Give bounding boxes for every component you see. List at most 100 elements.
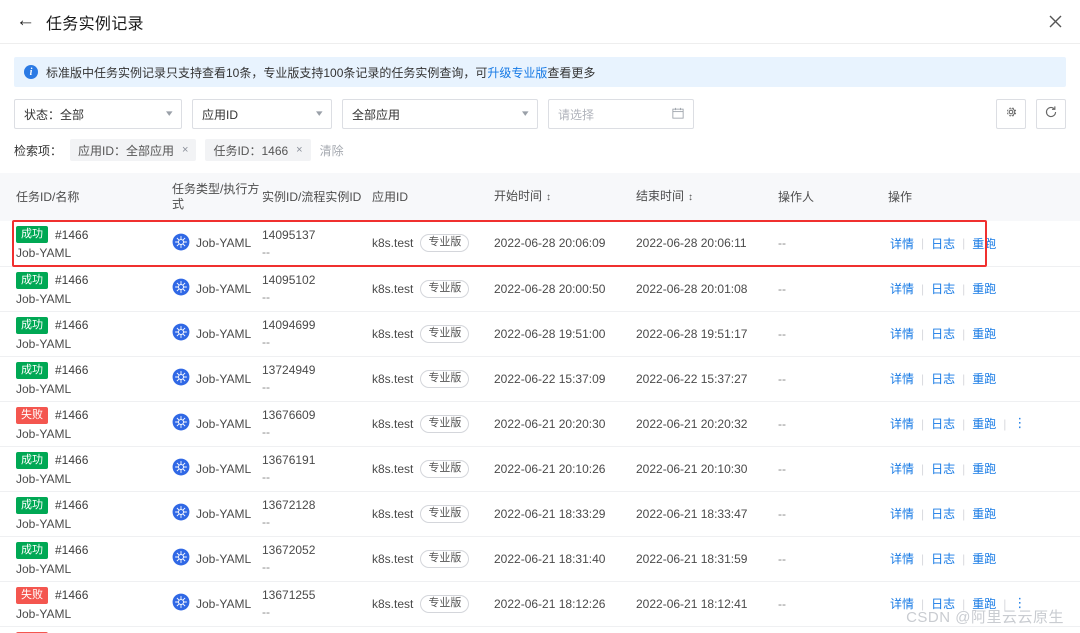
table-row[interactable]: 成功 #1466 Job-YAML Job-YAML 14094699 -- k8s.tes…	[0, 311, 1080, 357]
search-tag-app-id[interactable]: 应用ID：全部应用 ×	[70, 139, 197, 161]
close-icon[interactable]	[1044, 11, 1066, 33]
sort-arrows-icon[interactable]: ↕	[546, 190, 551, 205]
more-vertical-icon[interactable]: ⋮	[1013, 416, 1026, 429]
instance-id-text: 13676191	[262, 453, 316, 467]
chevron-down-icon: ▾	[522, 107, 530, 118]
detail-link[interactable]: 详情	[890, 460, 914, 477]
cell-task-id: 成功 #1466 Job-YAML	[0, 536, 172, 582]
table-row[interactable]: 成功 #1466 Job-YAML Job-YAML 13676191 -- k8s.tes…	[0, 446, 1080, 492]
column-header-operator: 操作人	[778, 173, 888, 221]
detail-link[interactable]: 详情	[890, 550, 914, 567]
cell-operator: --	[778, 626, 888, 633]
upgrade-pro-link[interactable]: 升级专业版	[487, 64, 547, 81]
cell-end-time: 2022-06-28 19:51:17	[636, 311, 778, 357]
back-arrow-icon[interactable]: ←	[16, 11, 35, 30]
rerun-link[interactable]: 重跑	[972, 550, 996, 567]
cell-app-id: k8s.test 专业版	[372, 536, 494, 582]
task-name-text: Job-YAML	[16, 381, 72, 396]
rerun-link[interactable]: 重跑	[972, 235, 996, 252]
app-id-select[interactable]: 应用ID ▾	[192, 99, 332, 129]
all-apps-select[interactable]: 全部应用 ▾	[342, 99, 538, 129]
refresh-icon	[1044, 105, 1058, 124]
detail-link[interactable]: 详情	[890, 325, 914, 342]
pro-edition-badge: 专业版	[420, 504, 470, 523]
rerun-link[interactable]: 重跑	[972, 415, 996, 432]
table-row[interactable]: 成功 #1466 Job-YAML Job-YAML 13724949 -- k8s.tes…	[0, 356, 1080, 402]
log-link[interactable]: 日志	[931, 460, 955, 477]
log-link[interactable]: 日志	[931, 370, 955, 387]
sort-arrows-icon[interactable]: ↕	[688, 190, 693, 205]
detail-link[interactable]: 详情	[890, 370, 914, 387]
column-header-end-time[interactable]: 结束时间 ↕	[636, 173, 778, 221]
rerun-link[interactable]: 重跑	[972, 595, 996, 612]
table-row[interactable]: 成功 #1466 Job-YAML Job-YAML 13672128 -- k8s.tes…	[0, 491, 1080, 537]
kubernetes-icon	[172, 368, 196, 389]
rerun-link[interactable]: 重跑	[972, 325, 996, 342]
cell-task-id: 失败 #1466 Job-YAML	[0, 401, 172, 447]
cell-end-time: 2022-06-21 20:20:32	[636, 401, 778, 447]
status-badge: 成功	[16, 496, 48, 514]
log-link[interactable]: 日志	[931, 415, 955, 432]
cell-operator: --	[778, 311, 888, 357]
chevron-down-icon: ▾	[316, 107, 324, 118]
separator: |	[962, 506, 966, 521]
cell-task-type: Job-YAML	[172, 356, 262, 402]
table-row[interactable]: 成功 #1466 Job-YAML Job-YAML 14095137 -- k8s.tes…	[0, 221, 1080, 267]
close-icon[interactable]: ×	[182, 144, 188, 156]
cell-operations: 详情|日志|重跑|⋮	[888, 626, 1080, 633]
task-id-text: #1466	[55, 498, 89, 512]
cell-start-time: 2022-06-21 18:12:26	[494, 581, 636, 627]
task-id-text: #1466	[55, 543, 89, 557]
instance-id-text: 13672128	[262, 498, 316, 512]
detail-link[interactable]: 详情	[890, 505, 914, 522]
table-row[interactable]: 失败 #1466 Job-YAML Job-YAML 13676609 -- k8s.tes…	[0, 401, 1080, 447]
column-header-label: 结束时间	[636, 189, 685, 203]
table-row[interactable]: 失败 #1466 Job-YAML Job-YAML 13671255 -- k8s.tes…	[0, 581, 1080, 627]
cell-end-time: 2022-06-21 18:33:47	[636, 491, 778, 537]
cell-instance-id: 13671255 --	[262, 581, 372, 627]
cell-start-time: 2022-06-21 18:10:00	[494, 626, 636, 633]
clear-filters-link[interactable]: 清除	[320, 142, 344, 159]
rerun-link[interactable]: 重跑	[972, 280, 996, 297]
detail-link[interactable]: 详情	[890, 280, 914, 297]
settings-button[interactable]	[996, 99, 1026, 129]
table-row[interactable]: 成功 #1466 Job-YAML Job-YAML 13672052 -- k8s.tes…	[0, 536, 1080, 582]
detail-link[interactable]: 详情	[890, 235, 914, 252]
log-link[interactable]: 日志	[931, 595, 955, 612]
log-link[interactable]: 日志	[931, 235, 955, 252]
log-link[interactable]: 日志	[931, 280, 955, 297]
column-header-instance-id: 实例ID/流程实例ID	[262, 173, 372, 221]
cell-end-time: 2022-06-21 18:12:41	[636, 581, 778, 627]
search-tag-task-id[interactable]: 任务ID：1466 ×	[205, 139, 311, 161]
column-header-start-time[interactable]: 开始时间 ↕	[494, 173, 636, 221]
rerun-link[interactable]: 重跑	[972, 505, 996, 522]
flow-instance-id-text: --	[262, 560, 270, 574]
info-banner: i 标准版中任务实例记录只支持查看10条，专业版支持100条记录的任务实例查询，…	[14, 57, 1066, 87]
more-vertical-icon[interactable]: ⋮	[1013, 596, 1026, 609]
task-name-text: Job-YAML	[16, 561, 72, 576]
kubernetes-icon	[172, 458, 196, 479]
cell-operations: 详情|日志|重跑|⋮	[888, 581, 1080, 627]
status-badge: 成功	[16, 361, 48, 379]
banner-container: i 标准版中任务实例记录只支持查看10条，专业版支持100条记录的任务实例查询，…	[0, 44, 1080, 87]
task-name-text: Job-YAML	[16, 471, 72, 486]
log-link[interactable]: 日志	[931, 505, 955, 522]
cell-operations: 详情 | 日志 | 重跑	[888, 446, 1080, 492]
close-icon[interactable]: ×	[296, 144, 302, 156]
table-row[interactable]: 成功 #1466 Job-YAML Job-YAML 14095102 -- k8s.tes…	[0, 266, 1080, 312]
log-link[interactable]: 日志	[931, 325, 955, 342]
app-id-text: k8s.test	[372, 596, 414, 611]
separator: |	[921, 236, 925, 251]
separator: |	[962, 416, 966, 431]
rerun-link[interactable]: 重跑	[972, 460, 996, 477]
detail-link[interactable]: 详情	[890, 595, 914, 612]
detail-link[interactable]: 详情	[890, 415, 914, 432]
refresh-button[interactable]	[1036, 99, 1066, 129]
table-row[interactable]: 失败#1466Job-YAMLJob-YAML13671033--k8s.tes…	[0, 626, 1080, 633]
separator: |	[962, 371, 966, 386]
date-range-picker[interactable]: 请选择	[548, 99, 694, 129]
log-link[interactable]: 日志	[931, 550, 955, 567]
status-select[interactable]: 状态：全部 ▾	[14, 99, 182, 129]
task-type-text: Job-YAML	[196, 326, 252, 341]
rerun-link[interactable]: 重跑	[972, 370, 996, 387]
